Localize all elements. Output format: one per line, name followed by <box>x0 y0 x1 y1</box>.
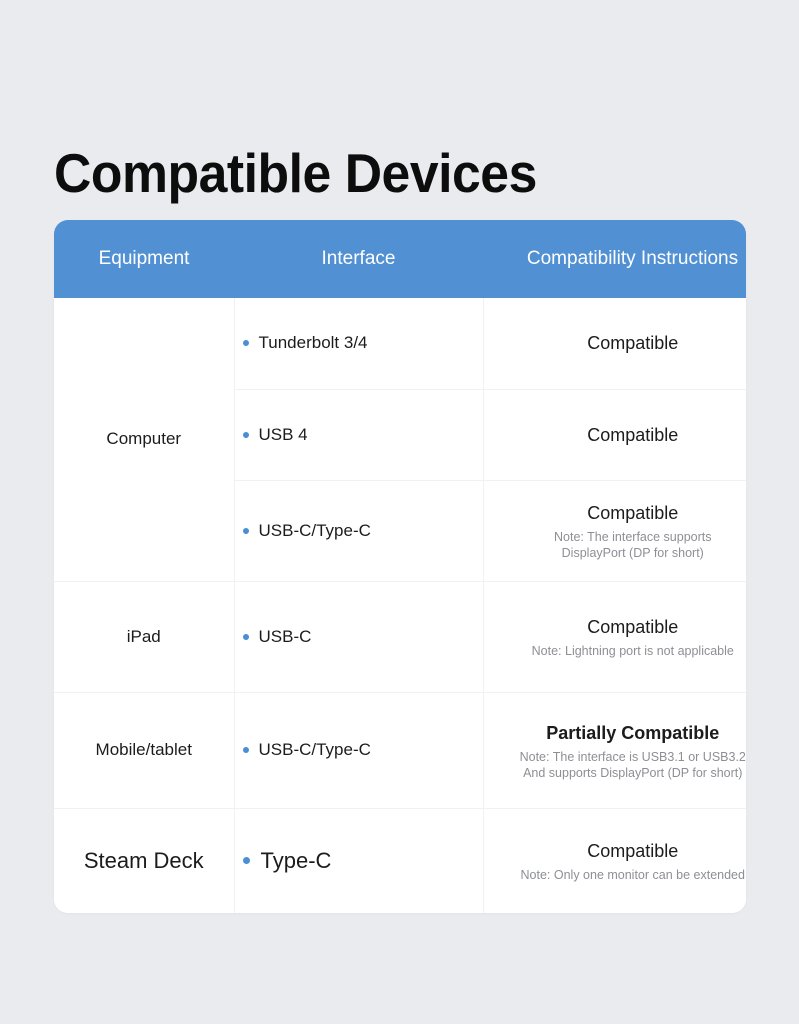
cell-compatibility-usb4: Compatible <box>483 389 746 481</box>
status-text: Compatible <box>587 617 679 637</box>
cell-compatibility-steam-deck: Compatible Note: Only one monitor can be… <box>483 808 746 913</box>
cell-interface-usbc-typec: USB-C/Type-C <box>234 480 484 582</box>
status-text: Compatible <box>587 841 679 862</box>
status-text: Compatible <box>587 503 679 523</box>
table-header: Equipment Interface Compatibility Instru… <box>54 220 746 298</box>
interface-label: Type-C <box>260 847 332 873</box>
status-note: Note: Only one monitor can be extended <box>520 868 745 883</box>
cell-interface-thunderbolt: Tunderbolt 3/4 <box>234 298 484 390</box>
compatibility-table-card: Equipment Interface Compatibility Instru… <box>54 220 746 913</box>
cell-interface-steam-deck-typec: Type-C <box>234 808 484 913</box>
cell-compatibility-mobile-tablet: Partially Compatible Note: The interface… <box>483 692 746 809</box>
bullet-icon <box>242 527 249 534</box>
table-row: Computer Tunderbolt 3/4 Compatible <box>54 298 746 582</box>
bullet-icon <box>242 633 249 640</box>
status-note: Note: The interface supports DisplayPort… <box>554 530 712 560</box>
interface-line: USB-C/Type-C <box>242 740 475 760</box>
bullet-icon <box>242 431 249 438</box>
cell-equipment-computer: Computer <box>54 298 235 582</box>
bullet-icon <box>242 857 250 865</box>
table-header-row: Equipment Interface Compatibility Instru… <box>54 220 746 298</box>
table-row: iPad USB-C Compatible Note: Lightning po… <box>54 581 746 693</box>
page-root: Compatible Devices Equipment Interface C… <box>0 0 799 1024</box>
cell-compatibility-ipad: Compatible Note: Lightning port is not a… <box>483 581 746 693</box>
interface-label: USB-C/Type-C <box>258 740 371 759</box>
status-text: Compatible <box>587 333 679 354</box>
status-note: Note: Lightning port is not applicable <box>531 644 734 658</box>
cell-equipment-steam-deck: Steam Deck <box>54 808 235 913</box>
bullet-icon <box>242 340 249 347</box>
page-title: Compatible Devices <box>54 141 537 204</box>
cell-interface-ipad-usbc: USB-C <box>234 581 484 693</box>
table-body: Computer Tunderbolt 3/4 Compatible USB 4… <box>54 298 746 913</box>
interface-line: USB-C <box>242 626 475 647</box>
compatibility-table: Equipment Interface Compatibility Instru… <box>54 220 746 913</box>
column-header-interface: Interface <box>234 220 483 298</box>
bullet-icon <box>242 747 249 753</box>
interface-line: Tunderbolt 3/4 <box>242 333 475 353</box>
cell-compatibility-usbc-typec: Compatible Note: The interface supports … <box>483 480 746 582</box>
interface-label: USB-C <box>258 626 312 646</box>
interface-line: USB-C/Type-C <box>242 520 475 541</box>
cell-interface-usb4: USB 4 <box>234 389 484 481</box>
table-row: Mobile/tablet USB-C/Type-C Partially Com… <box>54 692 746 809</box>
table-row: Steam Deck Type-C Compatible Note: Only … <box>54 808 746 913</box>
cell-interface-mobile-usbc-typec: USB-C/Type-C <box>234 692 484 809</box>
column-header-compatibility: Compatibility Instructions <box>483 220 746 298</box>
status-text: Partially Compatible <box>546 722 720 743</box>
interface-label: USB 4 <box>258 424 308 444</box>
interface-label: Tunderbolt 3/4 <box>258 333 368 353</box>
interface-line: Type-C <box>242 847 475 874</box>
cell-compatibility-thunderbolt: Compatible <box>483 298 746 390</box>
column-header-equipment: Equipment <box>54 220 234 298</box>
cell-equipment-ipad: iPad <box>54 581 235 693</box>
status-text: Compatible <box>587 424 679 445</box>
interface-line: USB 4 <box>242 424 475 445</box>
cell-equipment-mobile-tablet: Mobile/tablet <box>54 692 235 809</box>
interface-label: USB-C/Type-C <box>258 520 371 540</box>
status-note: Note: The interface is USB3.1 or USB3.2 … <box>519 749 746 780</box>
